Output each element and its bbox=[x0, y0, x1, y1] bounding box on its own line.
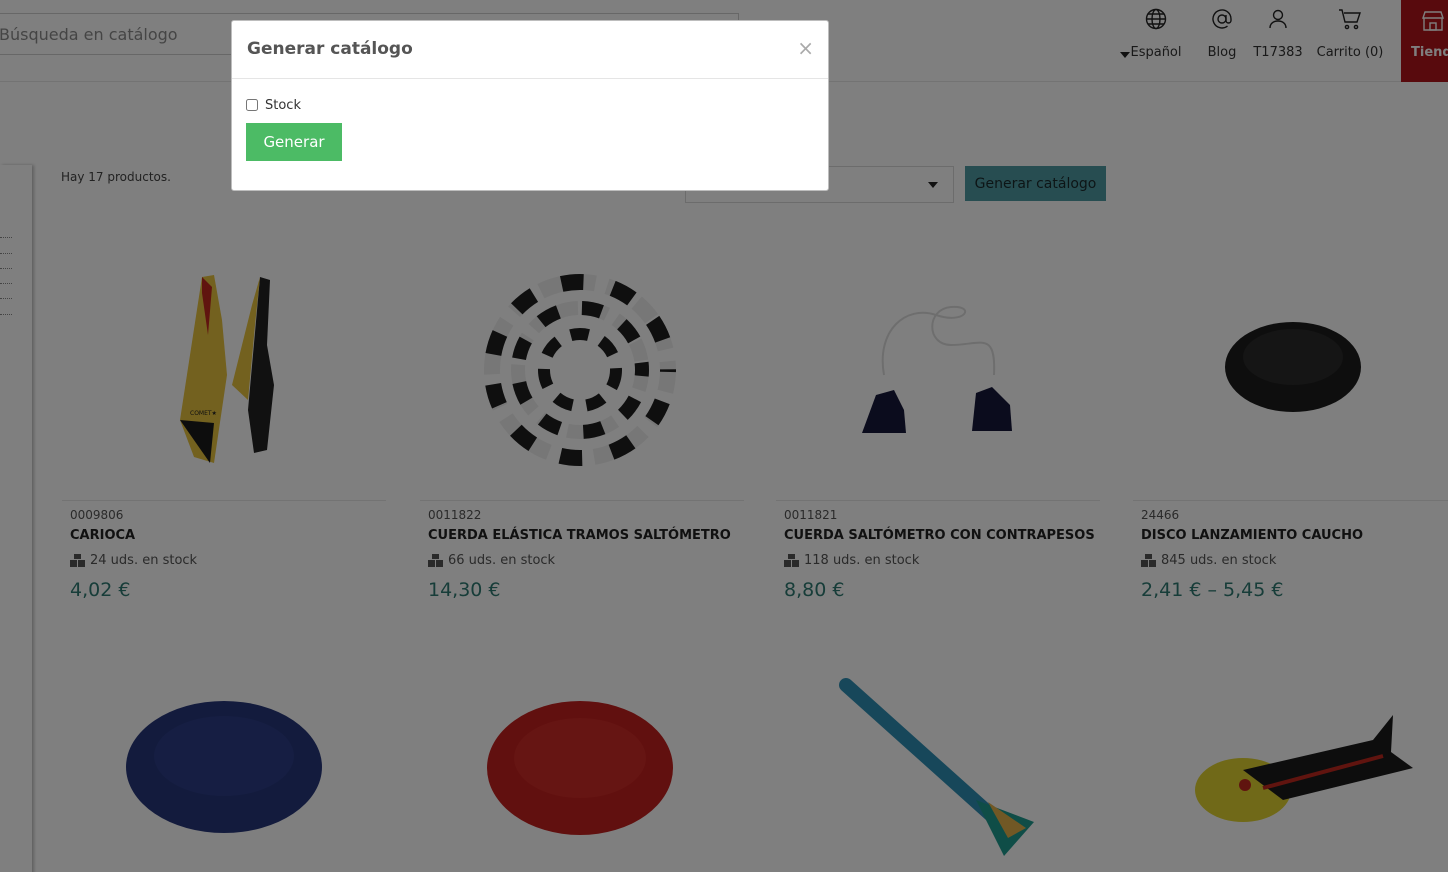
stock-checkbox-label: Stock bbox=[265, 97, 301, 113]
modal-header: Generar catálogo × bbox=[232, 21, 828, 79]
modal-title: Generar catálogo bbox=[247, 39, 413, 59]
close-icon[interactable]: × bbox=[797, 36, 814, 60]
generate-catalog-modal: Generar catálogo × Stock Generar bbox=[231, 20, 829, 191]
modal-body: Stock Generar bbox=[232, 79, 828, 161]
generate-button[interactable]: Generar bbox=[246, 123, 342, 161]
stock-option[interactable]: Stock bbox=[246, 97, 813, 113]
stock-checkbox[interactable] bbox=[246, 99, 258, 111]
